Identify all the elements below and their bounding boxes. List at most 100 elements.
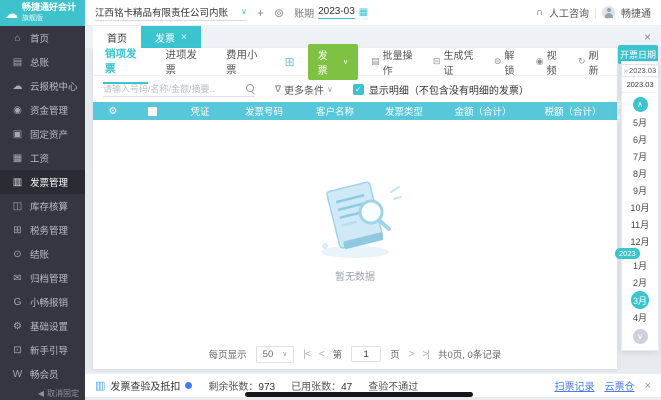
header-invoice-type: 发票类型 (384, 107, 423, 118)
video-icon: ◉ (535, 56, 544, 66)
chevron-down-icon: ∨ (282, 351, 288, 358)
first-page-icon[interactable]: |< (303, 349, 311, 360)
month-option[interactable]: 2月 (622, 274, 658, 291)
period-input[interactable]: » 2023.03 (620, 64, 660, 77)
sidebar: ☁ 畅捷通好会计 旗舰版 ⌂ 首页 ▤ 总账 ☁ 云报税中心 ◉ 资金管理 ▣ 固定资产 … (0, 0, 85, 400)
topbar: 江西铭卡精品有限责任公司内账 ∨ + ⊚ 账期 2023-03 ▦ ∩ 人工咨询… (85, 0, 661, 26)
close-icon[interactable]: × (644, 30, 651, 44)
action-label: 刷新 (588, 50, 599, 77)
last-page-icon[interactable]: >| (423, 349, 431, 360)
pin-label: 取消固定 (47, 388, 79, 398)
next-page-icon[interactable]: > (409, 349, 415, 360)
headset-icon: ∩ (535, 7, 543, 18)
period-label: 账期 (294, 9, 315, 20)
column-settings-gear-icon[interactable]: ⚙ (93, 106, 133, 117)
search-icon[interactable] (245, 83, 255, 94)
period-value[interactable]: 2023-03 (318, 6, 355, 19)
sidebar-item-cloud-tax-center[interactable]: ☁ 云报税中心 (0, 74, 85, 98)
funnel-icon: ∇ (275, 83, 282, 94)
month-option[interactable]: 11月 (622, 216, 658, 233)
scan-record-link[interactable]: 扫票记录 (555, 378, 595, 393)
batch-actions-button[interactable]: ▤ 批量操作 (371, 47, 420, 77)
search-input[interactable] (103, 81, 245, 96)
month-option[interactable]: 7月 (622, 148, 658, 165)
per-page-select[interactable]: 50 ∨ (255, 345, 295, 363)
per-page-value: 50 (262, 348, 274, 360)
invoice-panel: 销项发票 进项发票 费用小票 ⊞ 发票 ∨ ▤ 批量操作 ⊟ 生成凭证 ⊖ 解锁 ◉ 视… (93, 43, 627, 369)
new-invoice-button[interactable]: 发票 ∨ (307, 43, 359, 80)
prev-page-icon[interactable]: < (319, 349, 325, 360)
scroll-up-icon[interactable]: ∧ (632, 97, 648, 112)
info-dot-icon[interactable] (185, 382, 193, 389)
sync-icon[interactable]: ⊚ (274, 6, 284, 20)
sidebar-item-general-ledger[interactable]: ▤ 总账 (0, 50, 85, 74)
sidebar-item-payroll[interactable]: ▦ 工资 (0, 146, 85, 170)
username[interactable]: 畅捷通 (621, 5, 651, 20)
button-label: 发票 (317, 50, 328, 77)
header-customer-name: 客户名称 (315, 107, 354, 118)
calendar-icon[interactable]: ▦ (359, 7, 368, 18)
close-tab-icon[interactable]: × (181, 32, 187, 43)
month-option[interactable]: 1月 (622, 257, 658, 274)
close-icon[interactable]: × (645, 380, 651, 392)
header-amount-total: 金额（合计） (454, 107, 512, 118)
scroll-down-icon[interactable]: ∨ (632, 329, 648, 344)
sidebar-item-label: 新手引导 (30, 346, 69, 357)
refresh-button[interactable]: ↻ 刷新 (578, 47, 607, 77)
add-account-icon[interactable]: + (257, 6, 264, 20)
month-option-selected[interactable]: 3月 (631, 291, 649, 309)
sidebar-item-closing[interactable]: ⊙ 结账 (0, 242, 85, 266)
media-scrubber-bar (245, 392, 473, 397)
select-all-checkbox[interactable] (133, 106, 171, 116)
support-link[interactable]: 人工咨询 (549, 5, 589, 20)
generate-voucher-button[interactable]: ⊟ 生成凭证 (433, 47, 481, 77)
month-option[interactable]: 10月 (622, 199, 658, 216)
sidebar-item-inventory[interactable]: ◫ 库存核算 (0, 194, 85, 218)
invoice-check-icon: ▥ (95, 380, 106, 392)
sidebar-item-membership[interactable]: W 畅会员 (0, 362, 85, 386)
check-failed-label[interactable]: 查验不通过 (368, 378, 418, 393)
month-option[interactable]: 5月 (622, 114, 658, 131)
sidebar-pin-toggle[interactable]: ◀ 取消固定 (0, 386, 85, 400)
header-tax-total: 税额（合计） (544, 107, 602, 118)
sidebar-item-label: 小畅报销 (30, 298, 69, 309)
month-option[interactable]: 4月 (622, 309, 658, 326)
checkbox-checked-icon: ✓ (352, 83, 364, 95)
sidebar-item-label: 总账 (30, 58, 50, 69)
video-help-button[interactable]: ◉ 视频 (536, 47, 565, 77)
month-option[interactable]: 6月 (622, 131, 658, 148)
sidebar-menu: ⌂ 首页 ▤ 总账 ☁ 云报税中心 ◉ 资金管理 ▣ 固定资产 ▦ 工资 ▥ 发票管理 ◫ 库存… (0, 26, 85, 386)
main-area: 江西铭卡精品有限责任公司内账 ∨ + ⊚ 账期 2023-03 ▦ ∩ 人工咨询… (85, 0, 661, 400)
invoice-icon: ▥ (12, 176, 23, 188)
sidebar-item-funds[interactable]: ◉ 资金管理 (0, 98, 85, 122)
avatar[interactable] (602, 6, 615, 19)
month-option[interactable]: 8月 (622, 165, 658, 182)
empty-state: 暂无数据 (93, 120, 617, 339)
current-period: 2023.03 (629, 66, 657, 75)
sidebar-item-fixed-assets[interactable]: ▣ 固定资产 (0, 122, 85, 146)
header-voucher: 凭证 (190, 107, 210, 118)
cloud-invoice-link[interactable]: 云票仓 (605, 378, 635, 393)
per-page-label: 每页显示 (208, 350, 247, 361)
voucher-icon: ⊟ (432, 56, 441, 66)
sidebar-item-invoice-management[interactable]: ▥ 发票管理 (0, 170, 85, 194)
home-icon: ⌂ (14, 32, 21, 44)
sidebar-item-home[interactable]: ⌂ 首页 (0, 26, 85, 50)
collapse-panel-icon[interactable]: » (624, 66, 628, 75)
page-number-input[interactable] (351, 346, 382, 362)
batch-icon: ▤ (371, 56, 380, 66)
unlock-button[interactable]: ⊖ 解锁 (494, 47, 523, 77)
sidebar-item-expense[interactable]: G 小畅报销 (0, 290, 85, 314)
sidebar-item-archive[interactable]: ✉ 归档管理 (0, 266, 85, 290)
sidebar-item-label: 工资 (30, 154, 50, 165)
topbar-right: ∩ 人工咨询 畅捷通 (536, 5, 651, 20)
sidebar-item-settings[interactable]: ⚙ 基础设置 (0, 314, 85, 338)
month-option[interactable]: 9月 (622, 182, 658, 199)
show-detail-checkbox[interactable]: ✓ 显示明细（不包含没有明细的发票） (352, 82, 529, 97)
sidebar-item-guide[interactable]: ⊡ 新手引导 (0, 338, 85, 362)
invoice-check-feature[interactable]: ▥ 发票查验及抵扣 (95, 378, 193, 393)
company-selector[interactable]: 江西铭卡精品有限责任公司内账 ∨ (95, 5, 247, 21)
sidebar-item-tax-management[interactable]: ⊞ 税务管理 (0, 218, 85, 242)
scan-invoice-icon[interactable]: ⊞ (285, 55, 295, 69)
more-filters-button[interactable]: ∇ 更多条件 ∨ (275, 82, 333, 97)
